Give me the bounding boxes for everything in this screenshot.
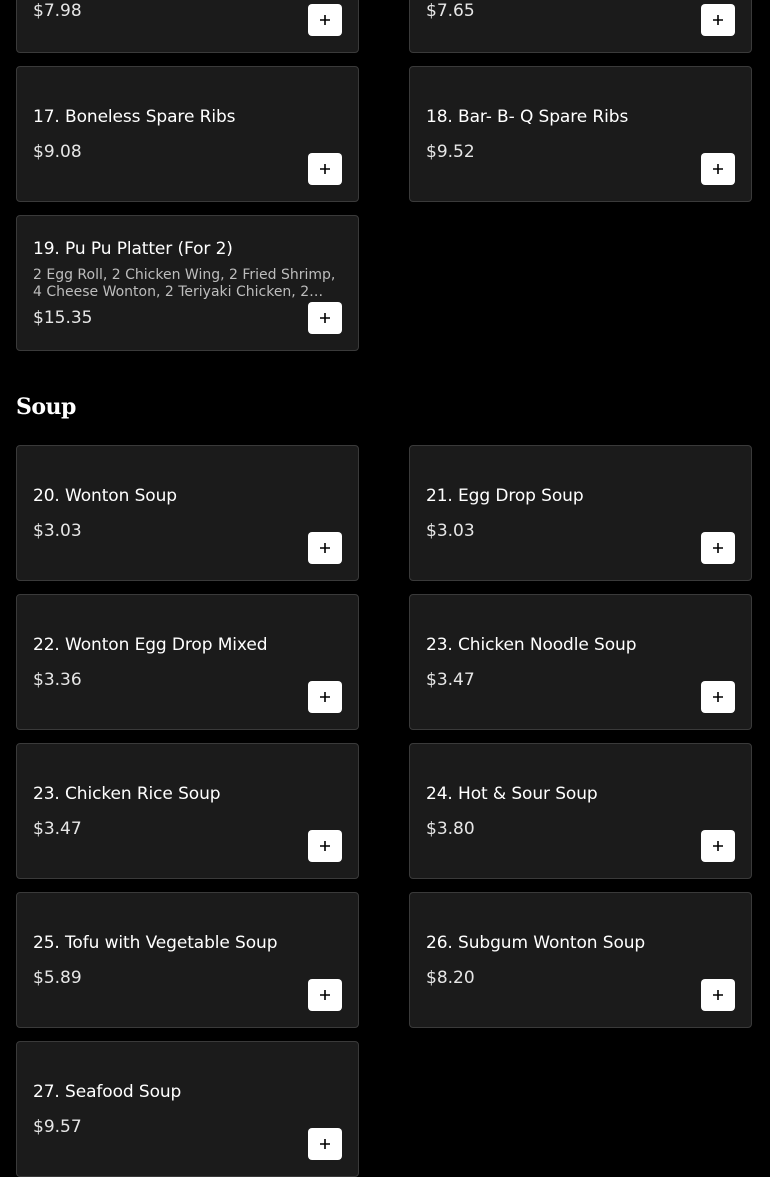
add-to-cart-button[interactable] (701, 830, 735, 862)
plus-icon (713, 990, 723, 1000)
item-description: 2 Egg Roll, 2 Chicken Wing, 2 Fried Shri… (33, 267, 336, 300)
menu-item-card[interactable]: 23. Chicken Rice Soup $3.47 (16, 743, 359, 879)
item-name: 23. Chicken Noodle Soup (426, 635, 637, 655)
item-price: $7.98 (33, 1, 82, 21)
item-price: $7.65 (426, 1, 475, 21)
menu-item-card[interactable]: 18. Bar- B- Q Spare Ribs $9.52 (409, 66, 752, 202)
plus-icon (320, 15, 330, 25)
menu-item-card[interactable]: 26. Subgum Wonton Soup $8.20 (409, 892, 752, 1028)
plus-icon (320, 841, 330, 851)
add-to-cart-button[interactable] (308, 302, 342, 334)
add-to-cart-button[interactable] (308, 4, 342, 36)
plus-icon (320, 313, 330, 323)
item-price: $3.47 (426, 670, 475, 690)
add-to-cart-button[interactable] (308, 830, 342, 862)
plus-icon (320, 1139, 330, 1149)
plus-icon (713, 841, 723, 851)
menu-item-card[interactable]: $7.65 (409, 0, 752, 53)
item-price: $8.20 (426, 968, 475, 988)
item-price: $9.57 (33, 1117, 82, 1137)
plus-icon (320, 543, 330, 553)
item-price: $5.89 (33, 968, 82, 988)
item-price: $9.08 (33, 142, 82, 162)
add-to-cart-button[interactable] (308, 681, 342, 713)
item-name: 25. Tofu with Vegetable Soup (33, 933, 278, 953)
plus-icon (320, 164, 330, 174)
plus-icon (320, 990, 330, 1000)
menu-item-card[interactable]: 19. Pu Pu Platter (For 2) 2 Egg Roll, 2 … (16, 215, 359, 351)
plus-icon (713, 164, 723, 174)
menu-item-card[interactable]: 22. Wonton Egg Drop Mixed $3.36 (16, 594, 359, 730)
menu-item-card[interactable]: $7.98 (16, 0, 359, 53)
item-name: 26. Subgum Wonton Soup (426, 933, 646, 953)
item-price: $15.35 (33, 308, 93, 328)
plus-icon (713, 543, 723, 553)
item-name: 18. Bar- B- Q Spare Ribs (426, 107, 629, 127)
menu-item-card[interactable]: 20. Wonton Soup $3.03 (16, 445, 359, 581)
item-name: 24. Hot & Sour Soup (426, 784, 598, 804)
item-price: $3.80 (426, 819, 475, 839)
add-to-cart-button[interactable] (701, 532, 735, 564)
menu-item-card[interactable]: 21. Egg Drop Soup $3.03 (409, 445, 752, 581)
item-price: $3.03 (426, 521, 475, 541)
plus-icon (713, 15, 723, 25)
item-name: 22. Wonton Egg Drop Mixed (33, 635, 268, 655)
menu-item-card[interactable]: 27. Seafood Soup $9.57 (16, 1041, 359, 1177)
item-price: $3.36 (33, 670, 82, 690)
menu-item-card[interactable]: 23. Chicken Noodle Soup $3.47 (409, 594, 752, 730)
plus-icon (713, 692, 723, 702)
menu-item-card[interactable]: 17. Boneless Spare Ribs $9.08 (16, 66, 359, 202)
item-name: 17. Boneless Spare Ribs (33, 107, 236, 127)
section-title-soup: Soup (16, 394, 76, 420)
add-to-cart-button[interactable] (308, 532, 342, 564)
add-to-cart-button[interactable] (701, 4, 735, 36)
plus-icon (320, 692, 330, 702)
item-name: 20. Wonton Soup (33, 486, 177, 506)
add-to-cart-button[interactable] (701, 153, 735, 185)
add-to-cart-button[interactable] (701, 979, 735, 1011)
item-price: $3.47 (33, 819, 82, 839)
item-name: 27. Seafood Soup (33, 1082, 182, 1102)
item-name: 23. Chicken Rice Soup (33, 784, 221, 804)
item-name: 21. Egg Drop Soup (426, 486, 584, 506)
menu-item-card[interactable]: 25. Tofu with Vegetable Soup $5.89 (16, 892, 359, 1028)
add-to-cart-button[interactable] (308, 979, 342, 1011)
add-to-cart-button[interactable] (701, 681, 735, 713)
item-price: $3.03 (33, 521, 82, 541)
add-to-cart-button[interactable] (308, 153, 342, 185)
item-name: 19. Pu Pu Platter (For 2) (33, 239, 233, 259)
add-to-cart-button[interactable] (308, 1128, 342, 1160)
item-price: $9.52 (426, 142, 475, 162)
menu-item-card[interactable]: 24. Hot & Sour Soup $3.80 (409, 743, 752, 879)
